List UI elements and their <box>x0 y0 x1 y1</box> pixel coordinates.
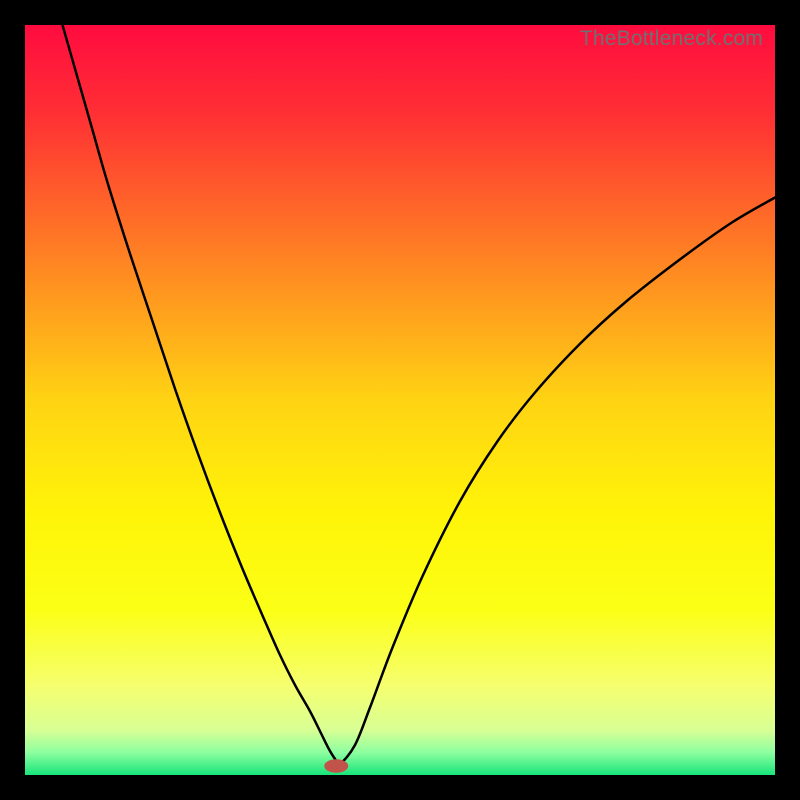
optimum-marker <box>324 759 348 773</box>
bottleneck-chart <box>25 25 775 775</box>
chart-frame: TheBottleneck.com <box>25 25 775 775</box>
watermark-label: TheBottleneck.com <box>580 27 763 51</box>
gradient-background <box>25 25 775 775</box>
